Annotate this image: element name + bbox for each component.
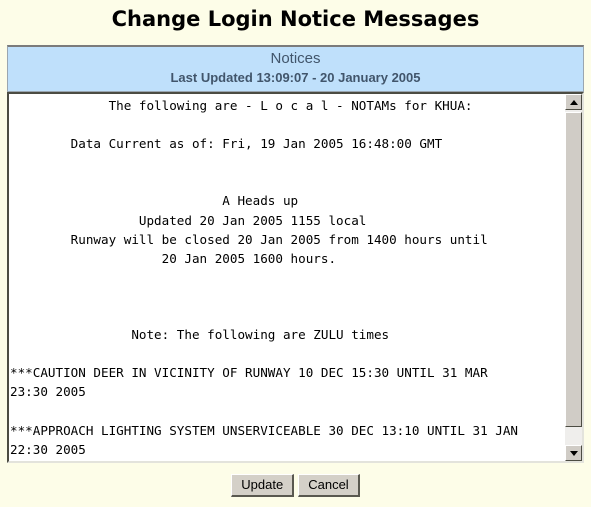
notices-header-panel: Notices Last Updated 13:09:07 - 20 Janua… [7, 45, 584, 92]
scroll-down-arrow-icon [569, 450, 578, 456]
update-button[interactable]: Update [231, 474, 295, 497]
notice-message-textarea[interactable]: The following are - L o c a l - NOTAMs f… [10, 96, 564, 461]
scrollbar-track[interactable] [565, 110, 582, 445]
page-root: Change Login Notice Messages Notices Las… [0, 0, 591, 507]
notices-last-updated: Last Updated 13:09:07 - 20 January 2005 [170, 70, 421, 85]
scroll-up-button[interactable] [565, 94, 582, 110]
vertical-scrollbar[interactable] [564, 94, 582, 461]
notices-panel-title: Notices [270, 50, 321, 67]
notice-textarea-scroll-area[interactable]: The following are - L o c a l - NOTAMs f… [9, 94, 564, 461]
scroll-up-arrow-icon [569, 99, 578, 105]
cancel-button[interactable]: Cancel [298, 474, 360, 497]
notice-textarea-container[interactable]: The following are - L o c a l - NOTAMs f… [7, 92, 584, 463]
scroll-down-button[interactable] [565, 445, 582, 461]
page-title: Change Login Notice Messages [111, 7, 480, 31]
form-button-bar: Update Cancel [0, 474, 591, 497]
scrollbar-thumb[interactable] [565, 112, 582, 427]
